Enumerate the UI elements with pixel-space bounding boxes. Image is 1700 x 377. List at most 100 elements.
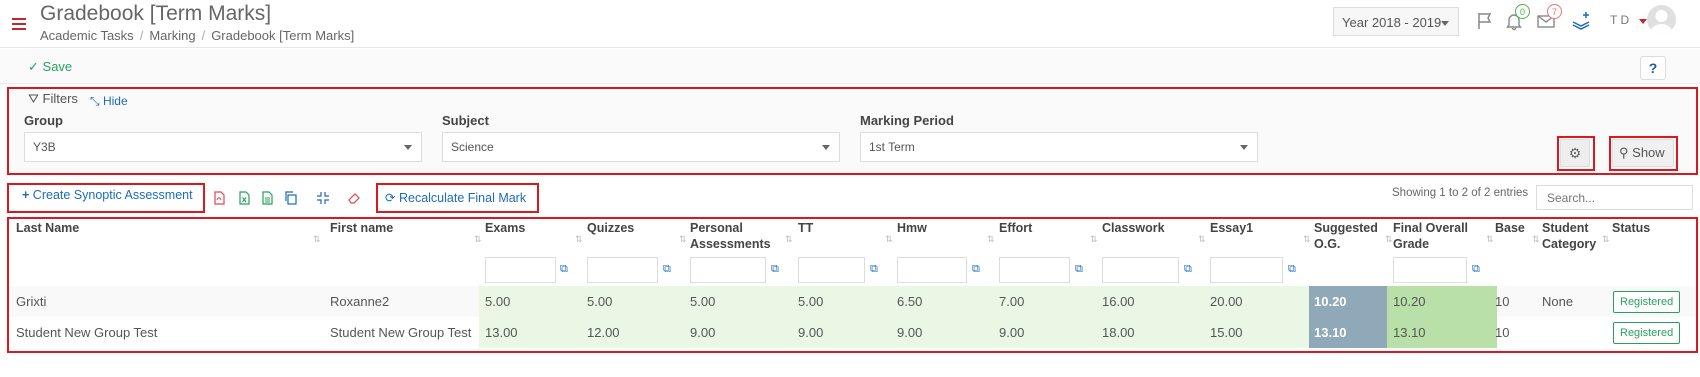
messages-button[interactable]: 7 [1535, 4, 1562, 32]
sort-icon[interactable]: ⇅ [885, 234, 893, 245]
user-avatar-icon [1650, 10, 1673, 34]
column-header-base[interactable]: Base [1495, 220, 1525, 236]
entries-info: Showing 1 to 2 of 2 entries [1392, 187, 1529, 199]
cell-personal-assessments[interactable]: 5.00 [690, 294, 715, 309]
cell-personal-assessments[interactable]: 9.00 [690, 325, 715, 340]
show-button[interactable]: ⚲ Show [1612, 139, 1674, 167]
copy-column-icon[interactable]: ⧉ [1472, 263, 1480, 276]
breadcrumb-marking[interactable]: Marking [149, 28, 195, 43]
column-header-personal-assessments[interactable]: Personal Assessments [690, 220, 780, 252]
column-header-essay1[interactable]: Essay1 [1210, 220, 1253, 236]
hmw-filter-input[interactable] [897, 257, 967, 283]
marking-period-label: Marking Period [860, 113, 954, 128]
recalculate-final-mark-button[interactable]: ⟳ Recalculate Final Mark [385, 190, 526, 205]
sort-asc-icon[interactable]: ⇅ [313, 234, 321, 245]
cell-quizzes[interactable]: 5.00 [587, 294, 612, 309]
exams-filter-input[interactable] [485, 257, 556, 283]
column-header-quizzes[interactable]: Quizzes [587, 220, 634, 236]
cell-quizzes[interactable]: 12.00 [587, 325, 620, 340]
cell-hmw[interactable]: 9.00 [897, 325, 922, 340]
recalculate-label: Recalculate Final Mark [398, 191, 527, 205]
final-grade-filter-input[interactable] [1393, 257, 1467, 283]
cell-classwork[interactable]: 18.00 [1102, 325, 1135, 340]
copy-column-icon[interactable]: ⧉ [771, 263, 779, 276]
classwork-filter-input[interactable] [1102, 257, 1179, 283]
copy-column-icon[interactable]: ⧉ [1075, 263, 1083, 276]
copy-column-icon[interactable]: ⧉ [663, 263, 671, 276]
quizzes-filter-input[interactable] [587, 257, 658, 283]
sort-icon[interactable]: ⇅ [785, 234, 793, 245]
user-initials[interactable]: T D [1610, 13, 1629, 27]
hamburger-menu-icon[interactable] [12, 18, 26, 30]
tt-filter-input[interactable] [798, 257, 865, 283]
cell-effort[interactable]: 9.00 [999, 325, 1024, 340]
save-button[interactable]: ✓ Save [28, 59, 72, 75]
column-header-exams[interactable]: Exams [485, 220, 525, 236]
cell-tt[interactable]: 9.00 [798, 325, 823, 340]
create-synoptic-assessment-button[interactable]: + Create Synoptic Assessment [22, 188, 193, 202]
column-header-first-name[interactable]: First name [330, 220, 393, 236]
cell-exams[interactable]: 13.00 [485, 325, 518, 340]
avatar[interactable] [1647, 5, 1676, 34]
column-header-student-category[interactable]: Student Category [1542, 220, 1602, 252]
sort-icon[interactable]: ⇅ [1532, 234, 1540, 245]
column-header-suggested-og[interactable]: Suggested O.G. [1314, 220, 1382, 252]
cell-hmw[interactable]: 6.50 [897, 294, 922, 309]
personal-assessments-filter-input[interactable] [690, 257, 766, 283]
breadcrumb-academic-tasks[interactable]: Academic Tasks [40, 28, 134, 43]
sort-icon[interactable]: ⇅ [987, 234, 995, 245]
sort-icon[interactable]: ⇅ [1486, 234, 1494, 245]
subject-select[interactable]: Science [442, 132, 840, 162]
cell-final-overall-grade[interactable]: 13.10 [1393, 325, 1426, 340]
cell-effort[interactable]: 7.00 [999, 294, 1024, 309]
layers-plus-icon[interactable] [1570, 10, 1592, 32]
cell-exams[interactable]: 5.00 [485, 294, 510, 309]
compress-icon[interactable] [316, 191, 330, 205]
messages-badge: 7 [1547, 4, 1562, 19]
essay1-filter-input[interactable] [1210, 257, 1283, 283]
copy-icon[interactable] [284, 191, 298, 205]
marking-period-select[interactable]: 1st Term [860, 132, 1258, 162]
user-menu-chevron-icon[interactable] [1639, 19, 1647, 24]
settings-button[interactable]: ⚙ [1560, 139, 1590, 167]
column-header-hmw[interactable]: Hmw [897, 220, 927, 236]
excel-export-icon[interactable] [237, 191, 251, 205]
notifications-button[interactable]: 0 [1503, 4, 1530, 32]
eraser-icon[interactable] [347, 191, 361, 205]
column-header-tt[interactable]: TT [798, 220, 813, 236]
year-select[interactable]: Year 2018 - 2019 [1333, 7, 1459, 36]
breadcrumb: Academic Tasks / Marking / Gradebook [Term M… [40, 28, 355, 43]
copy-column-icon[interactable]: ⧉ [1184, 263, 1192, 276]
help-button[interactable]: ? [1640, 56, 1666, 80]
copy-column-icon[interactable]: ⧉ [972, 263, 980, 276]
sort-icon[interactable]: ⇅ [474, 234, 482, 245]
sort-icon[interactable]: ⇅ [679, 234, 687, 245]
cell-final-overall-grade[interactable]: 10.20 [1393, 294, 1426, 309]
sort-icon[interactable]: ⇅ [1385, 234, 1393, 245]
sort-icon[interactable]: ⇅ [575, 234, 583, 245]
group-select[interactable]: Y3B [24, 132, 422, 162]
cell-essay1[interactable]: 15.00 [1210, 325, 1243, 340]
sort-icon[interactable]: ⇅ [1198, 234, 1206, 245]
effort-filter-input[interactable] [999, 257, 1070, 283]
column-header-status[interactable]: Status [1612, 220, 1650, 236]
copy-column-icon[interactable]: ⧉ [560, 263, 568, 276]
cell-classwork[interactable]: 16.00 [1102, 294, 1135, 309]
search-input[interactable] [1536, 185, 1693, 210]
copy-column-icon[interactable]: ⧉ [870, 263, 878, 276]
hide-filters-link[interactable]: ⤡ Hide [90, 94, 128, 109]
csv-export-icon[interactable] [260, 191, 274, 205]
flag-icon[interactable] [1474, 10, 1496, 32]
sort-icon[interactable]: ⇅ [1602, 234, 1610, 245]
sort-icon[interactable]: ⇅ [1303, 234, 1311, 245]
table-row: Student New Group Test Student New Group… [9, 317, 1696, 348]
cell-essay1[interactable]: 20.00 [1210, 294, 1243, 309]
sort-icon[interactable]: ⇅ [1090, 234, 1098, 245]
pdf-export-icon[interactable] [212, 191, 226, 205]
cell-tt[interactable]: 5.00 [798, 294, 823, 309]
column-header-last-name[interactable]: Last Name [16, 220, 79, 236]
column-header-final-overall-grade[interactable]: Final Overall Grade [1393, 220, 1473, 252]
column-header-classwork[interactable]: Classwork [1102, 220, 1165, 236]
copy-column-icon[interactable]: ⧉ [1288, 263, 1296, 276]
column-header-effort[interactable]: Effort [999, 220, 1032, 236]
